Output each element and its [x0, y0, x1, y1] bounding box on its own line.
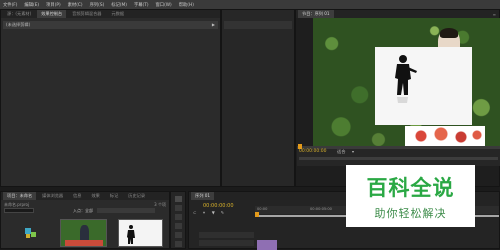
link-icon[interactable]: ⚭: [202, 210, 205, 216]
panel-menu-icon[interactable]: ≡: [493, 12, 496, 17]
menu-help[interactable]: 帮助(H): [179, 2, 194, 8]
fit-dropdown[interactable]: 适合: [337, 149, 345, 155]
snap-icon[interactable]: ⊂: [193, 210, 196, 216]
silhouette-icon: [395, 55, 417, 103]
program-timecode[interactable]: 00:00:00:00: [299, 149, 326, 154]
track-v2: [199, 240, 254, 246]
source-panel: 源：(无素材) 效果控制台 音频剪辑混合器 元数据 (未选择剪辑) ▶: [0, 9, 221, 187]
program-controls: 00:00:00:00 适合 ▾: [297, 144, 500, 166]
project-tabbar: 项目：未命名 媒体浏览器 信息 效果 标记 历史记录: [1, 192, 169, 200]
pen-tool-icon[interactable]: [175, 241, 182, 247]
slip-tool-icon[interactable]: [175, 232, 182, 238]
tab-info[interactable]: 信息: [69, 192, 85, 200]
sequence-icon: [25, 228, 36, 238]
effect-controls-header: (未选择剪辑) ▶: [3, 21, 218, 29]
tab-source[interactable]: 源：(无素材): [3, 10, 35, 18]
wrench-icon[interactable]: ✎: [221, 210, 224, 216]
tab-sequence[interactable]: 序列 01: [191, 192, 215, 200]
video-thumb-figure: [80, 225, 89, 241]
marker-icon[interactable]: ▼: [212, 210, 215, 216]
entry-filter-box[interactable]: [97, 208, 155, 213]
ripple-tool-icon[interactable]: [175, 214, 182, 220]
tab-media-browser[interactable]: 媒体浏览器: [38, 192, 67, 200]
watermark-box: 百科全说 助你轻松解决: [346, 165, 475, 227]
effect-timeline-area: [221, 9, 295, 187]
tab-history[interactable]: 历史记录: [124, 192, 149, 200]
project-panel: 项目：未命名 媒体浏览器 信息 效果 标记 历史记录 未命名.prproj 3 …: [0, 191, 170, 249]
program-tabbar: 节目：序列 01 ≡: [296, 10, 499, 18]
menu-edit[interactable]: 编辑(E): [24, 2, 39, 8]
entry-filter-dropdown[interactable]: 入点：全部: [73, 208, 93, 214]
project-search-input[interactable]: [4, 208, 34, 213]
tab-effects[interactable]: 效果: [87, 192, 103, 200]
menu-title[interactable]: 字幕(T): [134, 2, 149, 8]
track-select-tool-icon[interactable]: [175, 205, 182, 211]
source-tabbar: 源：(无素材) 效果控制台 音频剪辑混合器 元数据: [1, 10, 220, 18]
project-item-video[interactable]: [60, 219, 107, 247]
program-playhead-bar[interactable]: [297, 146, 500, 149]
menu-bar: 文件(F) 编辑(E) 项目(P) 素材(C) 序列(S) 标记(M) 字幕(T…: [0, 0, 500, 9]
tab-project[interactable]: 项目：未命名: [3, 192, 37, 200]
collapse-arrow-icon[interactable]: ▶: [212, 21, 215, 29]
flowers: [405, 126, 485, 146]
program-zoom-bar[interactable]: [299, 157, 498, 160]
watermark-subtitle: 助你轻松解决: [374, 206, 447, 220]
overlay-image-card: [375, 47, 472, 125]
project-item-count: 3 个项: [154, 202, 166, 207]
watermark-title: 百科全说: [366, 175, 455, 200]
tab-program[interactable]: 节目：序列 01: [298, 10, 334, 18]
timeline-timecode[interactable]: 00:00:00:00: [203, 203, 234, 209]
project-item-sequence[interactable]: [13, 219, 47, 245]
menu-file[interactable]: 文件(F): [3, 2, 17, 8]
fit-dropdown-arrow-icon[interactable]: ▾: [352, 149, 354, 154]
effect-timeline-header: [224, 21, 292, 29]
menu-project[interactable]: 项目(P): [46, 2, 61, 8]
person-hair: [440, 28, 458, 38]
video-thumb-flowers: [65, 240, 103, 246]
no-clip-label: (未选择剪辑): [6, 22, 31, 27]
tools-panel: [170, 191, 186, 249]
track-v3: [199, 232, 254, 238]
tab-markers[interactable]: 标记: [106, 192, 122, 200]
timeline-tool-row: ⊂ ⚭ ▼ ✎: [193, 210, 253, 216]
selection-tool-icon[interactable]: [175, 196, 182, 202]
ruler-tick-0: 00:00: [257, 207, 268, 211]
menu-sequence[interactable]: 序列(S): [90, 2, 105, 8]
menu-marker[interactable]: 标记(M): [111, 2, 127, 8]
tab-audio-mixer[interactable]: 音频剪辑混合器: [68, 10, 105, 18]
menu-clip[interactable]: 素材(C): [68, 2, 83, 8]
tab-effect-controls[interactable]: 效果控制台: [37, 10, 67, 18]
razor-tool-icon[interactable]: [175, 223, 182, 229]
ruler-tick-5: 00:00:05:00: [310, 207, 332, 211]
project-item-image[interactable]: [118, 219, 163, 247]
tab-metadata[interactable]: 元数据: [108, 10, 129, 18]
silhouette-thumb-icon: [127, 225, 135, 244]
menu-window[interactable]: 窗口(W): [156, 2, 172, 8]
